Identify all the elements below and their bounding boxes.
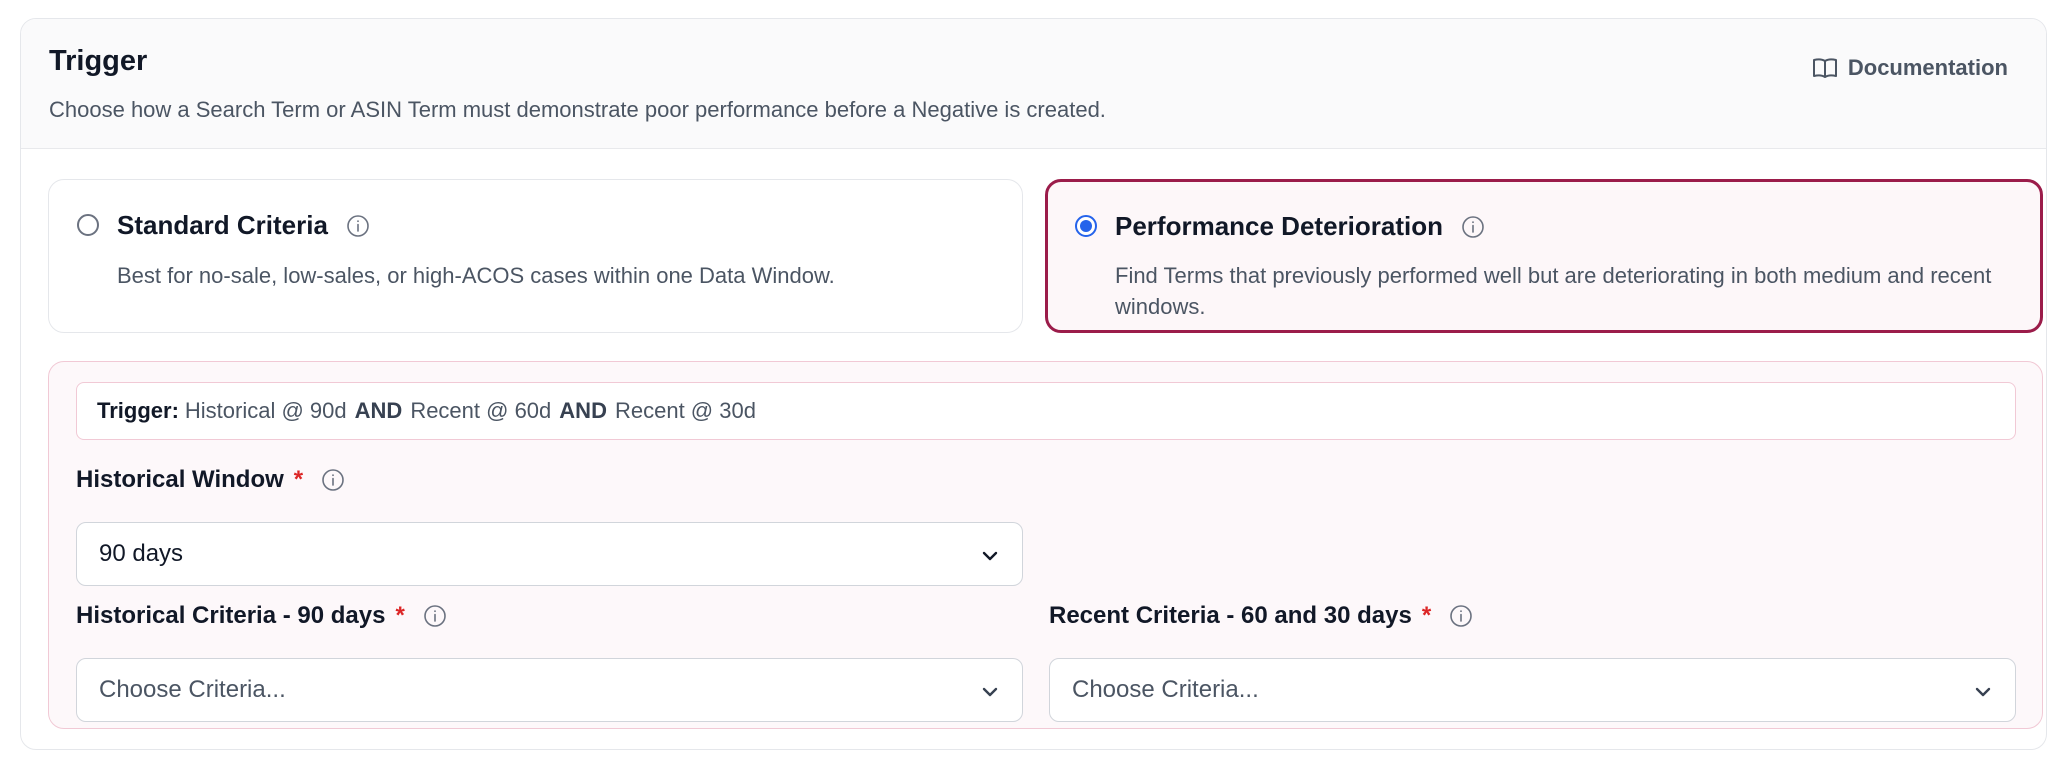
select-placeholder: Choose Criteria... (1072, 676, 1259, 703)
info-icon[interactable] (1449, 604, 1473, 628)
historical-criteria-select[interactable]: Choose Criteria... (76, 658, 1023, 722)
option-title: Standard Criteria (117, 210, 328, 240)
card-title: Trigger (49, 45, 148, 77)
option-description: Find Terms that previously performed wel… (1115, 263, 1992, 319)
option-description: Best for no-sale, low-sales, or high-ACO… (117, 263, 835, 288)
info-icon[interactable] (346, 214, 370, 238)
chevron-down-icon (980, 545, 1000, 565)
info-icon[interactable] (321, 468, 345, 492)
documentation-label: Documentation (1847, 55, 2008, 80)
card-subtitle: Choose how a Search Term or ASIN Term mu… (49, 97, 1106, 122)
card-header: Trigger Choose how a Search Term or ASIN… (21, 19, 2046, 149)
option-title: Performance Deterioration (1115, 211, 1443, 241)
select-placeholder: Choose Criteria... (99, 676, 286, 703)
info-icon[interactable] (1461, 215, 1485, 239)
trigger-part-recent-30: Recent @ 30d (614, 398, 756, 423)
recent-criteria-label: Recent Criteria - 60 and 30 days * (1049, 602, 1473, 630)
book-icon (1812, 56, 1838, 80)
trigger-operator: AND (559, 398, 607, 423)
trigger-summary-label: Trigger: (97, 398, 179, 423)
required-mark: * (1421, 602, 1432, 629)
recent-criteria-select[interactable]: Choose Criteria... (1049, 658, 2016, 722)
historical-criteria-label: Historical Criteria - 90 days * (76, 602, 447, 630)
trigger-part-recent-60: Recent @ 60d (410, 398, 552, 423)
historical-window-label: Historical Window * (76, 466, 345, 494)
trigger-summary: Trigger: Historical @ 90d AND Recent @ 6… (76, 382, 2016, 440)
chevron-down-icon (1973, 681, 1993, 701)
documentation-link[interactable]: Documentation (1812, 55, 2008, 81)
radio-standard-criteria[interactable] (77, 214, 99, 236)
select-value: 90 days (99, 540, 184, 567)
chevron-down-icon (980, 681, 1000, 701)
historical-window-select[interactable]: 90 days (76, 522, 1023, 586)
trigger-part-historical: Historical @ 90d (184, 398, 347, 423)
option-performance-deterioration[interactable]: Performance Deterioration Find Terms tha… (1045, 179, 2043, 333)
radio-performance-deterioration[interactable] (1075, 215, 1097, 237)
trigger-card: Trigger Choose how a Search Term or ASIN… (20, 18, 2047, 750)
required-mark: * (395, 602, 405, 629)
info-icon[interactable] (423, 604, 447, 628)
option-standard-criteria[interactable]: Standard Criteria Best for no-sale, low-… (48, 179, 1023, 333)
trigger-operator: AND (354, 398, 403, 423)
deterioration-settings-panel: Trigger: Historical @ 90d AND Recent @ 6… (48, 361, 2043, 729)
required-mark: * (293, 466, 304, 493)
